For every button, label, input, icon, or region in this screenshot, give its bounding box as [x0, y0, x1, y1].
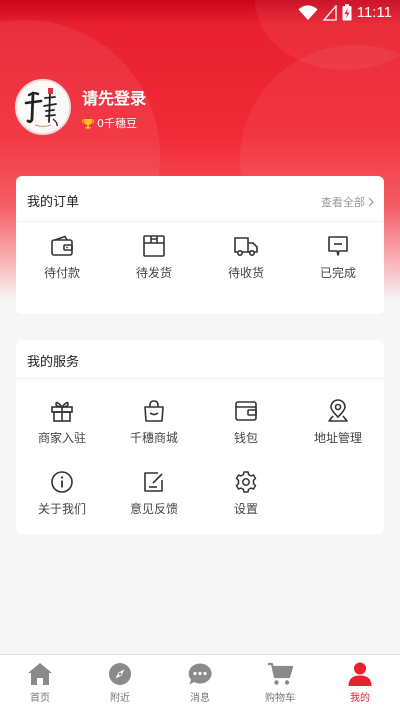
compass-icon — [109, 663, 131, 685]
message-icon — [328, 236, 348, 256]
tab-profile-label: 我的 — [350, 693, 370, 704]
orders-title: 我的订单 — [27, 195, 80, 210]
info-icon — [51, 471, 73, 493]
shopping-bag-icon — [144, 400, 164, 422]
orders-card: 我的订单 查看全部 待付款 待发货 待收货 已完成 — [16, 176, 384, 314]
services-header: 我的服务 — [16, 340, 384, 379]
chevron-right-icon — [368, 197, 374, 207]
tab-profile[interactable]: 我的 — [320, 655, 400, 710]
trophy-icon — [82, 118, 94, 129]
view-all-orders-link[interactable]: 查看全部 — [321, 194, 374, 210]
user-icon — [348, 662, 372, 686]
order-pending-payment-label: 待付款 — [43, 266, 80, 280]
order-pending-receipt[interactable]: 待收货 — [200, 234, 292, 281]
signal-icon — [322, 4, 337, 21]
services-title: 我的服务 — [27, 355, 80, 370]
service-address-management-label: 地址管理 — [313, 431, 362, 445]
profile-section[interactable]: 请先登录 0千穗豆 — [15, 79, 385, 135]
bottom-tab-bar: 首页 附近 消息 购物车 我的 — [0, 654, 400, 710]
tab-messages[interactable]: 消息 — [160, 655, 240, 710]
service-merchant-join[interactable]: 商家入驻 — [16, 399, 108, 446]
wallet-icon — [51, 235, 73, 256]
order-pending-receipt-label: 待收货 — [227, 266, 264, 280]
service-about-us[interactable]: 关于我们 — [16, 470, 108, 517]
service-about-us-label: 关于我们 — [37, 502, 86, 516]
avatar[interactable] — [15, 79, 71, 135]
home-icon — [28, 663, 52, 685]
services-card: 我的服务 商家入驻 千穗商城 钱包 地址管理 关于我们 意见反馈 设置 — [16, 340, 384, 534]
points-balance: 0千穗豆 — [82, 115, 137, 131]
tab-nearby[interactable]: 附近 — [80, 655, 160, 710]
tab-nearby-label: 附近 — [110, 693, 130, 704]
service-qiansui-mall-label: 千穗商城 — [129, 431, 178, 445]
cart-icon — [268, 662, 293, 685]
order-completed[interactable]: 已完成 — [292, 234, 384, 281]
tab-home-label: 首页 — [30, 693, 50, 704]
points-text: 0千穗豆 — [97, 117, 137, 130]
chat-icon — [188, 663, 212, 685]
wallet-icon — [235, 401, 257, 421]
tab-messages-label: 消息 — [190, 693, 210, 704]
battery-charging-icon — [342, 4, 352, 21]
status-bar: 11:11 — [0, 0, 400, 28]
orders-header: 我的订单 查看全部 — [16, 176, 384, 222]
service-merchant-join-label: 商家入驻 — [37, 431, 86, 445]
service-settings-label: 设置 — [233, 502, 258, 516]
order-pending-shipment-label: 待发货 — [135, 266, 172, 280]
edit-icon — [144, 472, 163, 492]
tab-cart[interactable]: 购物车 — [240, 655, 320, 710]
gear-icon — [235, 471, 257, 493]
tab-cart-label: 购物车 — [265, 693, 295, 704]
view-all-label: 查看全部 — [321, 196, 365, 209]
location-pin-icon — [328, 399, 348, 422]
service-qiansui-mall[interactable]: 千穗商城 — [108, 399, 200, 446]
wifi-icon — [298, 4, 318, 20]
package-icon — [143, 235, 165, 257]
status-time: 11:11 — [356, 4, 392, 21]
tab-home[interactable]: 首页 — [0, 655, 80, 710]
service-settings[interactable]: 设置 — [200, 470, 292, 517]
login-prompt[interactable]: 请先登录 — [82, 85, 146, 109]
order-pending-payment[interactable]: 待付款 — [16, 234, 108, 281]
order-completed-label: 已完成 — [319, 266, 356, 280]
service-feedback-label: 意见反馈 — [129, 502, 178, 516]
brand-logo-icon — [17, 81, 69, 133]
gift-icon — [51, 401, 73, 422]
order-pending-shipment[interactable]: 待发货 — [108, 234, 200, 281]
service-feedback[interactable]: 意见反馈 — [108, 470, 200, 517]
service-wallet[interactable]: 钱包 — [200, 399, 292, 446]
service-address-management[interactable]: 地址管理 — [292, 399, 384, 446]
truck-icon — [234, 237, 258, 256]
service-wallet-label: 钱包 — [233, 431, 258, 445]
